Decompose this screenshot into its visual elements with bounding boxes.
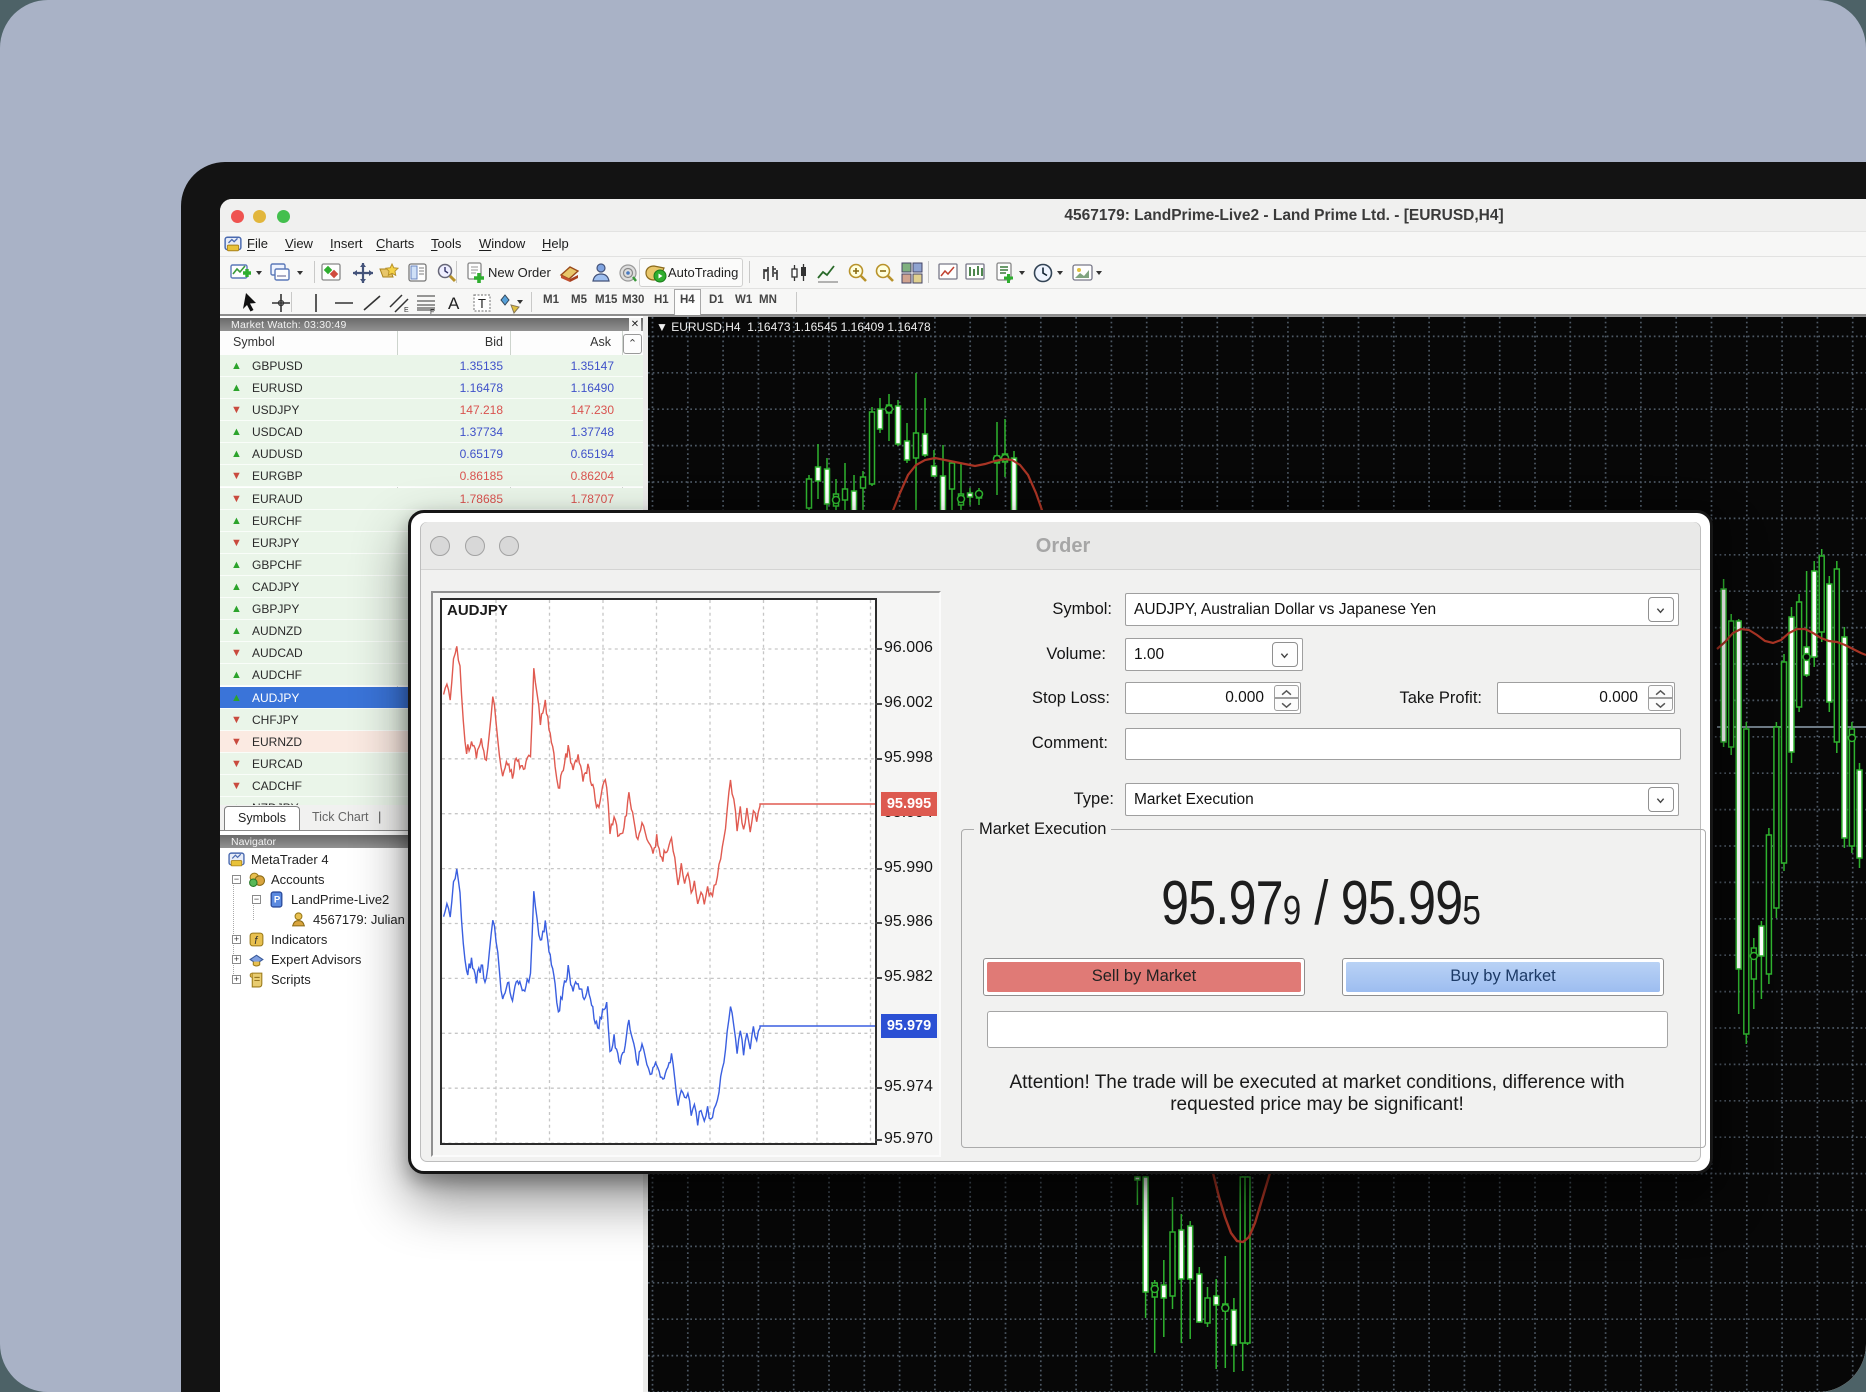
svg-text:E: E	[404, 307, 409, 314]
svg-text:A: A	[448, 294, 460, 313]
svg-text:F: F	[430, 309, 434, 315]
svg-text:P: P	[274, 895, 281, 906]
svg-text:T: T	[478, 296, 486, 311]
